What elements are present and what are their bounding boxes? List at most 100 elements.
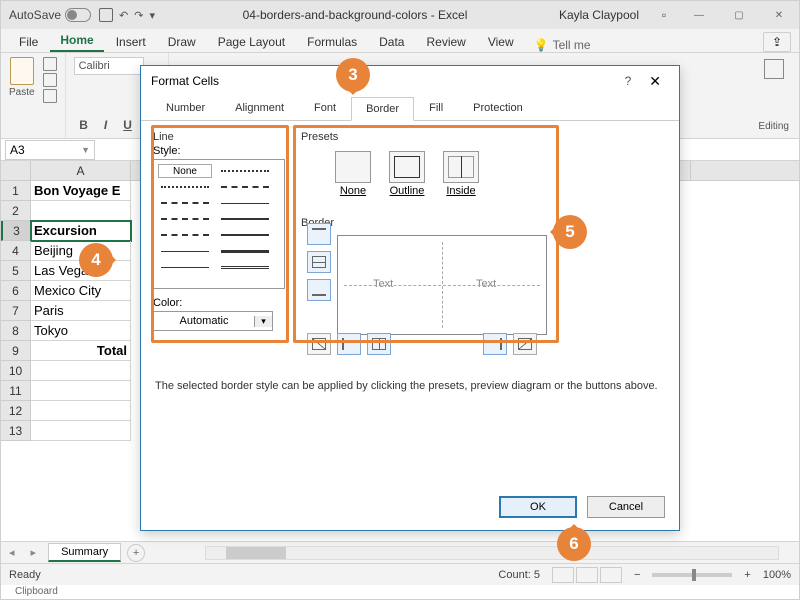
row-header[interactable]: 1 bbox=[1, 181, 31, 201]
border-left-button[interactable] bbox=[337, 333, 361, 355]
name-box[interactable]: A3 ▼ bbox=[5, 140, 95, 160]
row-header[interactable]: 4 bbox=[1, 241, 31, 261]
row-header[interactable]: 12 bbox=[1, 401, 31, 421]
border-vmid-button[interactable] bbox=[367, 333, 391, 355]
qat-more-icon[interactable]: ▾ bbox=[149, 9, 155, 22]
preset-outline[interactable]: Outline bbox=[389, 151, 425, 197]
help-button[interactable]: ? bbox=[615, 74, 642, 88]
tab-font[interactable]: Font bbox=[299, 96, 351, 120]
font-name-dropdown[interactable]: Calibri bbox=[74, 57, 144, 75]
paste-button[interactable]: Paste bbox=[9, 57, 35, 134]
line-style-option[interactable] bbox=[158, 180, 212, 194]
cell[interactable]: Paris bbox=[31, 301, 131, 321]
scroll-thumb[interactable] bbox=[226, 547, 286, 559]
line-style-option[interactable] bbox=[218, 228, 272, 242]
line-style-option[interactable] bbox=[218, 164, 272, 178]
view-page-break-icon[interactable] bbox=[600, 567, 622, 583]
row-header[interactable]: 2 bbox=[1, 201, 31, 221]
view-page-layout-icon[interactable] bbox=[576, 567, 598, 583]
row-header[interactable]: 5 bbox=[1, 261, 31, 281]
row-header[interactable]: 13 bbox=[1, 421, 31, 441]
tab-number[interactable]: Number bbox=[151, 96, 220, 120]
tab-home[interactable]: Home bbox=[50, 30, 103, 52]
tab-draw[interactable]: Draw bbox=[158, 32, 206, 52]
username[interactable]: Kayla Claypool bbox=[549, 8, 649, 22]
cell[interactable]: Mexico City bbox=[31, 281, 131, 301]
dialog-title-bar[interactable]: Format Cells ? ✕ bbox=[141, 66, 679, 96]
line-style-option[interactable] bbox=[218, 212, 272, 226]
line-style-option[interactable] bbox=[158, 196, 212, 210]
zoom-slider[interactable] bbox=[652, 573, 732, 577]
sheet-nav-next[interactable]: ▸ bbox=[23, 546, 45, 559]
autosave-toggle[interactable]: AutoSave bbox=[1, 8, 99, 22]
view-normal-icon[interactable] bbox=[552, 567, 574, 583]
row-header[interactable]: 7 bbox=[1, 301, 31, 321]
tab-file[interactable]: File bbox=[9, 32, 48, 52]
cell[interactable] bbox=[31, 201, 131, 221]
ok-button[interactable]: OK bbox=[499, 496, 577, 518]
dialog-close-button[interactable]: ✕ bbox=[641, 73, 669, 90]
line-style-option[interactable] bbox=[218, 244, 272, 258]
tab-alignment[interactable]: Alignment bbox=[220, 96, 299, 120]
preset-none[interactable]: None bbox=[335, 151, 371, 197]
close-button[interactable]: ✕ bbox=[759, 1, 799, 29]
tab-page-layout[interactable]: Page Layout bbox=[208, 32, 295, 52]
cell[interactable]: Total bbox=[31, 341, 131, 361]
cut-icon[interactable] bbox=[43, 57, 57, 71]
selected-cell[interactable]: Excursion bbox=[31, 221, 131, 241]
zoom-out-icon[interactable]: − bbox=[634, 569, 640, 581]
cell[interactable] bbox=[31, 381, 131, 401]
col-header-a[interactable]: A bbox=[31, 161, 131, 180]
color-dropdown[interactable]: Automatic ▾ bbox=[153, 311, 273, 331]
format-painter-icon[interactable] bbox=[43, 89, 57, 103]
border-diag-up-button[interactable] bbox=[307, 333, 331, 355]
minimize-button[interactable]: — bbox=[679, 1, 719, 29]
border-hmid-button[interactable] bbox=[307, 251, 331, 273]
sheet-nav-prev[interactable]: ◂ bbox=[1, 546, 23, 559]
select-all-corner[interactable] bbox=[1, 161, 31, 180]
underline-button[interactable]: U bbox=[118, 116, 138, 134]
border-preview[interactable]: Text Text bbox=[337, 235, 547, 335]
row-header[interactable]: 6 bbox=[1, 281, 31, 301]
line-style-option[interactable] bbox=[158, 244, 212, 258]
line-style-option[interactable] bbox=[218, 180, 272, 194]
h-scrollbar[interactable] bbox=[205, 546, 779, 560]
line-style-option[interactable] bbox=[158, 228, 212, 242]
line-style-option[interactable] bbox=[218, 260, 272, 274]
cell[interactable]: Bon Voyage E bbox=[31, 181, 131, 201]
tab-border[interactable]: Border bbox=[351, 97, 414, 121]
tab-review[interactable]: Review bbox=[416, 32, 475, 52]
row-header[interactable]: 8 bbox=[1, 321, 31, 341]
italic-button[interactable]: I bbox=[96, 116, 116, 134]
add-sheet-button[interactable]: + bbox=[127, 544, 145, 562]
cell[interactable] bbox=[31, 361, 131, 381]
line-style-none[interactable]: None bbox=[158, 164, 212, 178]
row-header[interactable]: 11 bbox=[1, 381, 31, 401]
undo-icon[interactable]: ↶ bbox=[119, 9, 128, 22]
border-diag-down-button[interactable] bbox=[513, 333, 537, 355]
row-header[interactable]: 10 bbox=[1, 361, 31, 381]
cancel-button[interactable]: Cancel bbox=[587, 496, 665, 518]
line-style-option[interactable] bbox=[218, 196, 272, 210]
tab-insert[interactable]: Insert bbox=[106, 32, 156, 52]
row-header[interactable]: 3 bbox=[1, 221, 31, 241]
tab-data[interactable]: Data bbox=[369, 32, 414, 52]
zoom-in-icon[interactable]: + bbox=[744, 569, 750, 581]
copy-icon[interactable] bbox=[43, 73, 57, 87]
save-icon[interactable] bbox=[99, 8, 113, 22]
tab-view[interactable]: View bbox=[478, 32, 524, 52]
cell[interactable] bbox=[31, 421, 131, 441]
line-style-option[interactable] bbox=[158, 212, 212, 226]
tell-me[interactable]: 💡 Tell me bbox=[534, 38, 591, 52]
redo-icon[interactable]: ↷ bbox=[134, 9, 143, 22]
border-bottom-button[interactable] bbox=[307, 279, 331, 301]
tab-fill[interactable]: Fill bbox=[414, 96, 458, 120]
editing-icon[interactable] bbox=[764, 59, 784, 79]
row-header[interactable]: 9 bbox=[1, 341, 31, 361]
tab-formulas[interactable]: Formulas bbox=[297, 32, 367, 52]
cell[interactable] bbox=[31, 401, 131, 421]
ribbon-options-icon[interactable]: ▫ bbox=[649, 8, 679, 22]
cell[interactable]: Tokyo bbox=[31, 321, 131, 341]
bold-button[interactable]: B bbox=[74, 116, 94, 134]
tab-protection[interactable]: Protection bbox=[458, 96, 538, 120]
